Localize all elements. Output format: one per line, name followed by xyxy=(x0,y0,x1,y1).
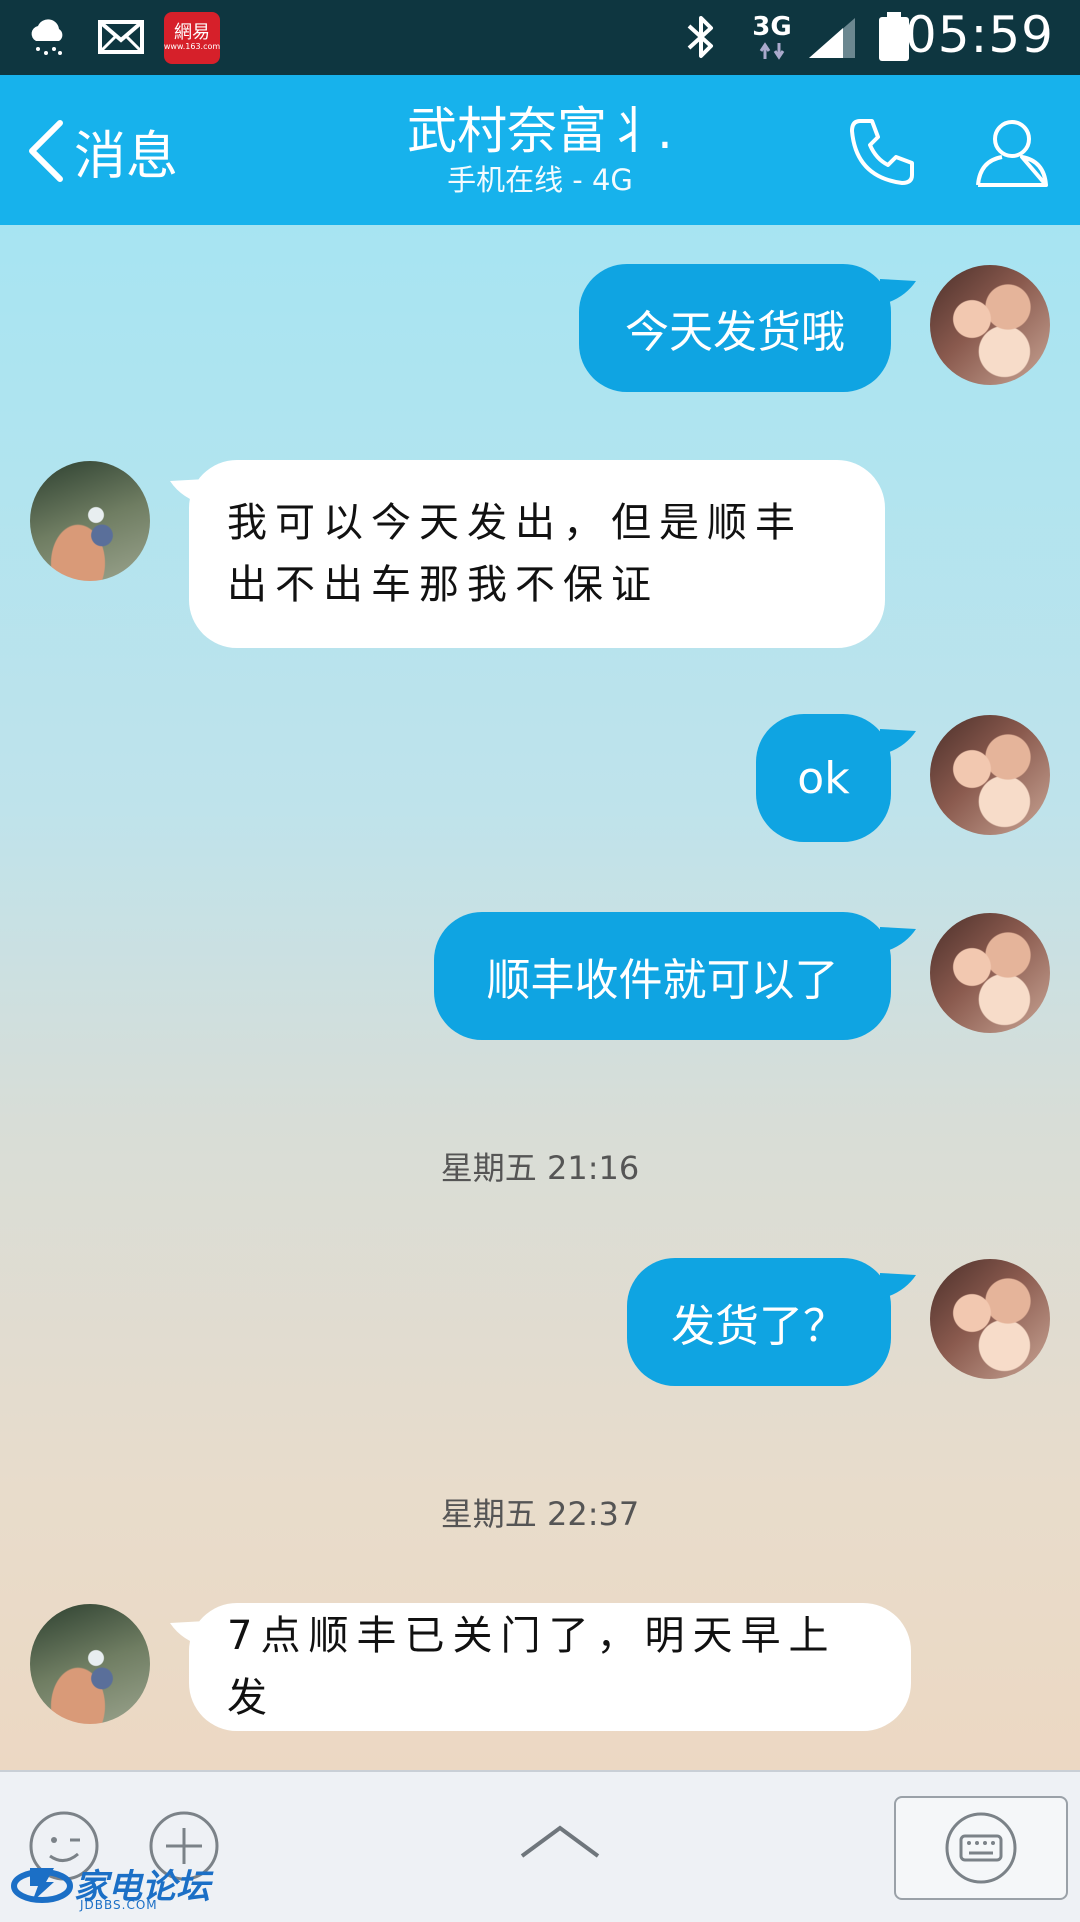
message-bubble-sent[interactable]: 顺丰收件就可以了 xyxy=(434,912,891,1040)
signal-strength-icon xyxy=(806,12,858,62)
bubble-tail xyxy=(880,279,916,305)
weather-cloud-rain-icon xyxy=(26,12,70,62)
chat-area[interactable]: 今天发货哦 我可以今天发出，但是顺丰出不出车那我不保证 ok 顺丰收件就可以了 … xyxy=(0,225,1080,1770)
mobile-data-icon: 3G xyxy=(750,12,794,62)
message-text: ok xyxy=(797,752,850,804)
message-text: 顺丰收件就可以了 xyxy=(486,955,839,1006)
jdbbs-logo-icon xyxy=(11,1868,73,1903)
message-bubble-received[interactable]: 我可以今天发出，但是顺丰出不出车那我不保证 xyxy=(189,460,885,648)
message-bubble-sent[interactable]: 发货了？ xyxy=(627,1258,891,1386)
bubble-tail xyxy=(880,1273,916,1299)
contact-avatar[interactable] xyxy=(30,1604,150,1724)
message-text: 7点顺丰已关门了，明天早上发 xyxy=(227,1613,837,1721)
network-type: 3G xyxy=(752,12,792,42)
message-bubble-received[interactable]: 7点顺丰已关门了，明天早上发 xyxy=(189,1603,911,1731)
bluetooth-icon xyxy=(676,12,726,62)
contact-avatar[interactable] xyxy=(30,461,150,581)
message-text: 我可以今天发出，但是顺丰出不出车那我不保证 xyxy=(227,500,803,608)
back-button[interactable]: 消息 xyxy=(26,111,178,191)
netease-label: 網易 xyxy=(174,22,210,43)
expand-button[interactable] xyxy=(510,1812,610,1872)
message-bubble-sent[interactable]: ok xyxy=(756,714,891,842)
contact-title[interactable]: 武村奈富丬. 手机在线 - 4G xyxy=(300,101,780,199)
message-bubble-sent[interactable]: 今天发货哦 xyxy=(579,264,891,392)
message-timestamp: 星期五 21:16 xyxy=(440,1149,640,1187)
my-avatar[interactable] xyxy=(930,715,1050,835)
mail-icon xyxy=(98,12,144,62)
my-avatar[interactable] xyxy=(930,1259,1050,1379)
back-label: 消息 xyxy=(74,126,179,187)
chevron-up-icon xyxy=(520,1825,600,1858)
bubble-tail xyxy=(880,927,916,953)
message-text: 今天发货哦 xyxy=(625,307,845,358)
phone-icon xyxy=(850,119,914,185)
chevron-left-icon xyxy=(29,120,63,182)
message-timestamp: 星期五 22:37 xyxy=(440,1495,640,1533)
contact-name: 武村奈富丬. xyxy=(407,102,673,160)
profile-button[interactable] xyxy=(972,111,1052,191)
person-icon xyxy=(976,120,1048,187)
title-bar: 消息 武村奈富丬. 手机在线 - 4G xyxy=(0,75,1080,225)
message-text: 发货了？ xyxy=(671,1301,847,1352)
netease-url: www.163.com xyxy=(163,42,221,51)
keyboard-icon xyxy=(945,1812,1017,1884)
keyboard-button[interactable] xyxy=(894,1796,1068,1900)
watermark-logo: 家电论坛 JDBBS.COM xyxy=(10,1858,210,1912)
my-avatar[interactable] xyxy=(930,265,1050,385)
netease-app-icon: 網易 www.163.com xyxy=(164,12,220,64)
status-bar: 網易 www.163.com 3G 05:59 xyxy=(0,0,1080,75)
contact-status: 手机在线 - 4G xyxy=(447,163,633,197)
call-button[interactable] xyxy=(842,111,922,191)
my-avatar[interactable] xyxy=(930,913,1050,1033)
status-time: 05:59 xyxy=(904,6,1054,64)
bubble-tail xyxy=(880,729,916,755)
watermark-sub: JDBBS.COM xyxy=(80,1898,158,1912)
